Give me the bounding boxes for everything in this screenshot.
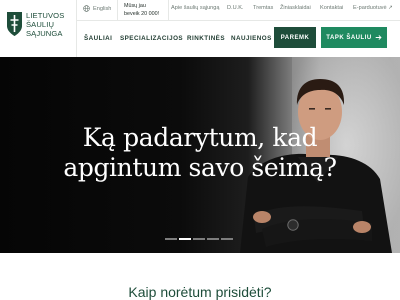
carousel-dot-5[interactable] (221, 238, 233, 240)
language-switch[interactable]: English (83, 5, 111, 12)
brand-line-3: SĄJUNGA (26, 29, 63, 39)
join-button-label: TAPK ŠAULIU (326, 34, 372, 41)
brand-name: LIETUVOS ŠAULIŲ SĄJUNGA (26, 11, 64, 39)
utility-bar: English Mūsų jau beveik 20 000! Apie šau… (77, 0, 400, 21)
main-navigation: ŠAULIAI SPECIALIZACIJOS RINKTINĖS NAUJIE… (77, 21, 400, 57)
site-header: LIETUVOS ŠAULIŲ SĄJUNGA English Mūsų jau… (0, 0, 400, 57)
section-heading: Kaip norėtum prisidėti? (128, 284, 272, 300)
toplink-contacts[interactable]: Kontaktai (320, 5, 343, 11)
globe-icon (83, 5, 90, 12)
toplink-faq[interactable]: D.U.K. (227, 5, 243, 11)
support-button[interactable]: PAREMK (274, 27, 316, 48)
nav-item-naujienos[interactable]: NAUJIENOS (231, 35, 272, 42)
carousel-dot-3[interactable] (193, 238, 205, 240)
site-logo[interactable]: LIETUVOS ŠAULIŲ SĄJUNGA (0, 0, 77, 57)
shield-logo-icon (7, 12, 22, 36)
hero-banner: Ką padarytum, kad apgintum savo šeimą? (0, 57, 400, 253)
nav-item-specializacijos[interactable]: SPECIALIZACIJOS (120, 35, 183, 42)
member-counter: Mūsų jau beveik 20 000! (117, 0, 169, 21)
nav-item-rinktines[interactable]: RINKTINĖS (187, 35, 225, 42)
toplink-media[interactable]: Žiniasklaidai (280, 5, 311, 11)
carousel-dot-2[interactable] (179, 238, 191, 240)
toplink-tremtas[interactable]: Tremtas (253, 5, 273, 11)
nav-item-sauliai[interactable]: ŠAULIAI (84, 35, 112, 42)
hero-title-line-2: apgintum savo šeimą? (63, 153, 337, 182)
member-counter-line-2: beveik 20 000! (124, 11, 160, 17)
carousel-dot-1[interactable] (165, 238, 177, 240)
hero-title-line-1: Ką padarytum, kad (82, 123, 318, 152)
brand-line-2: ŠAULIŲ (26, 20, 55, 30)
hero-title: Ką padarytum, kad apgintum savo šeimą? (20, 123, 380, 183)
carousel-dot-4[interactable] (207, 238, 219, 240)
member-counter-line-1: Mūsų jau (124, 3, 146, 9)
brand-line-1: LIETUVOS (26, 11, 65, 20)
arrow-right-icon (375, 35, 382, 40)
join-button[interactable]: TAPK ŠAULIU (321, 27, 387, 48)
language-label: English (93, 5, 112, 12)
support-button-label: PAREMK (280, 34, 310, 41)
carousel-indicators (165, 238, 233, 240)
toplink-about[interactable]: Apie šaulių sąjungą (171, 5, 220, 11)
toplink-eshop[interactable]: E-parduotuvė ↗ (353, 5, 393, 11)
